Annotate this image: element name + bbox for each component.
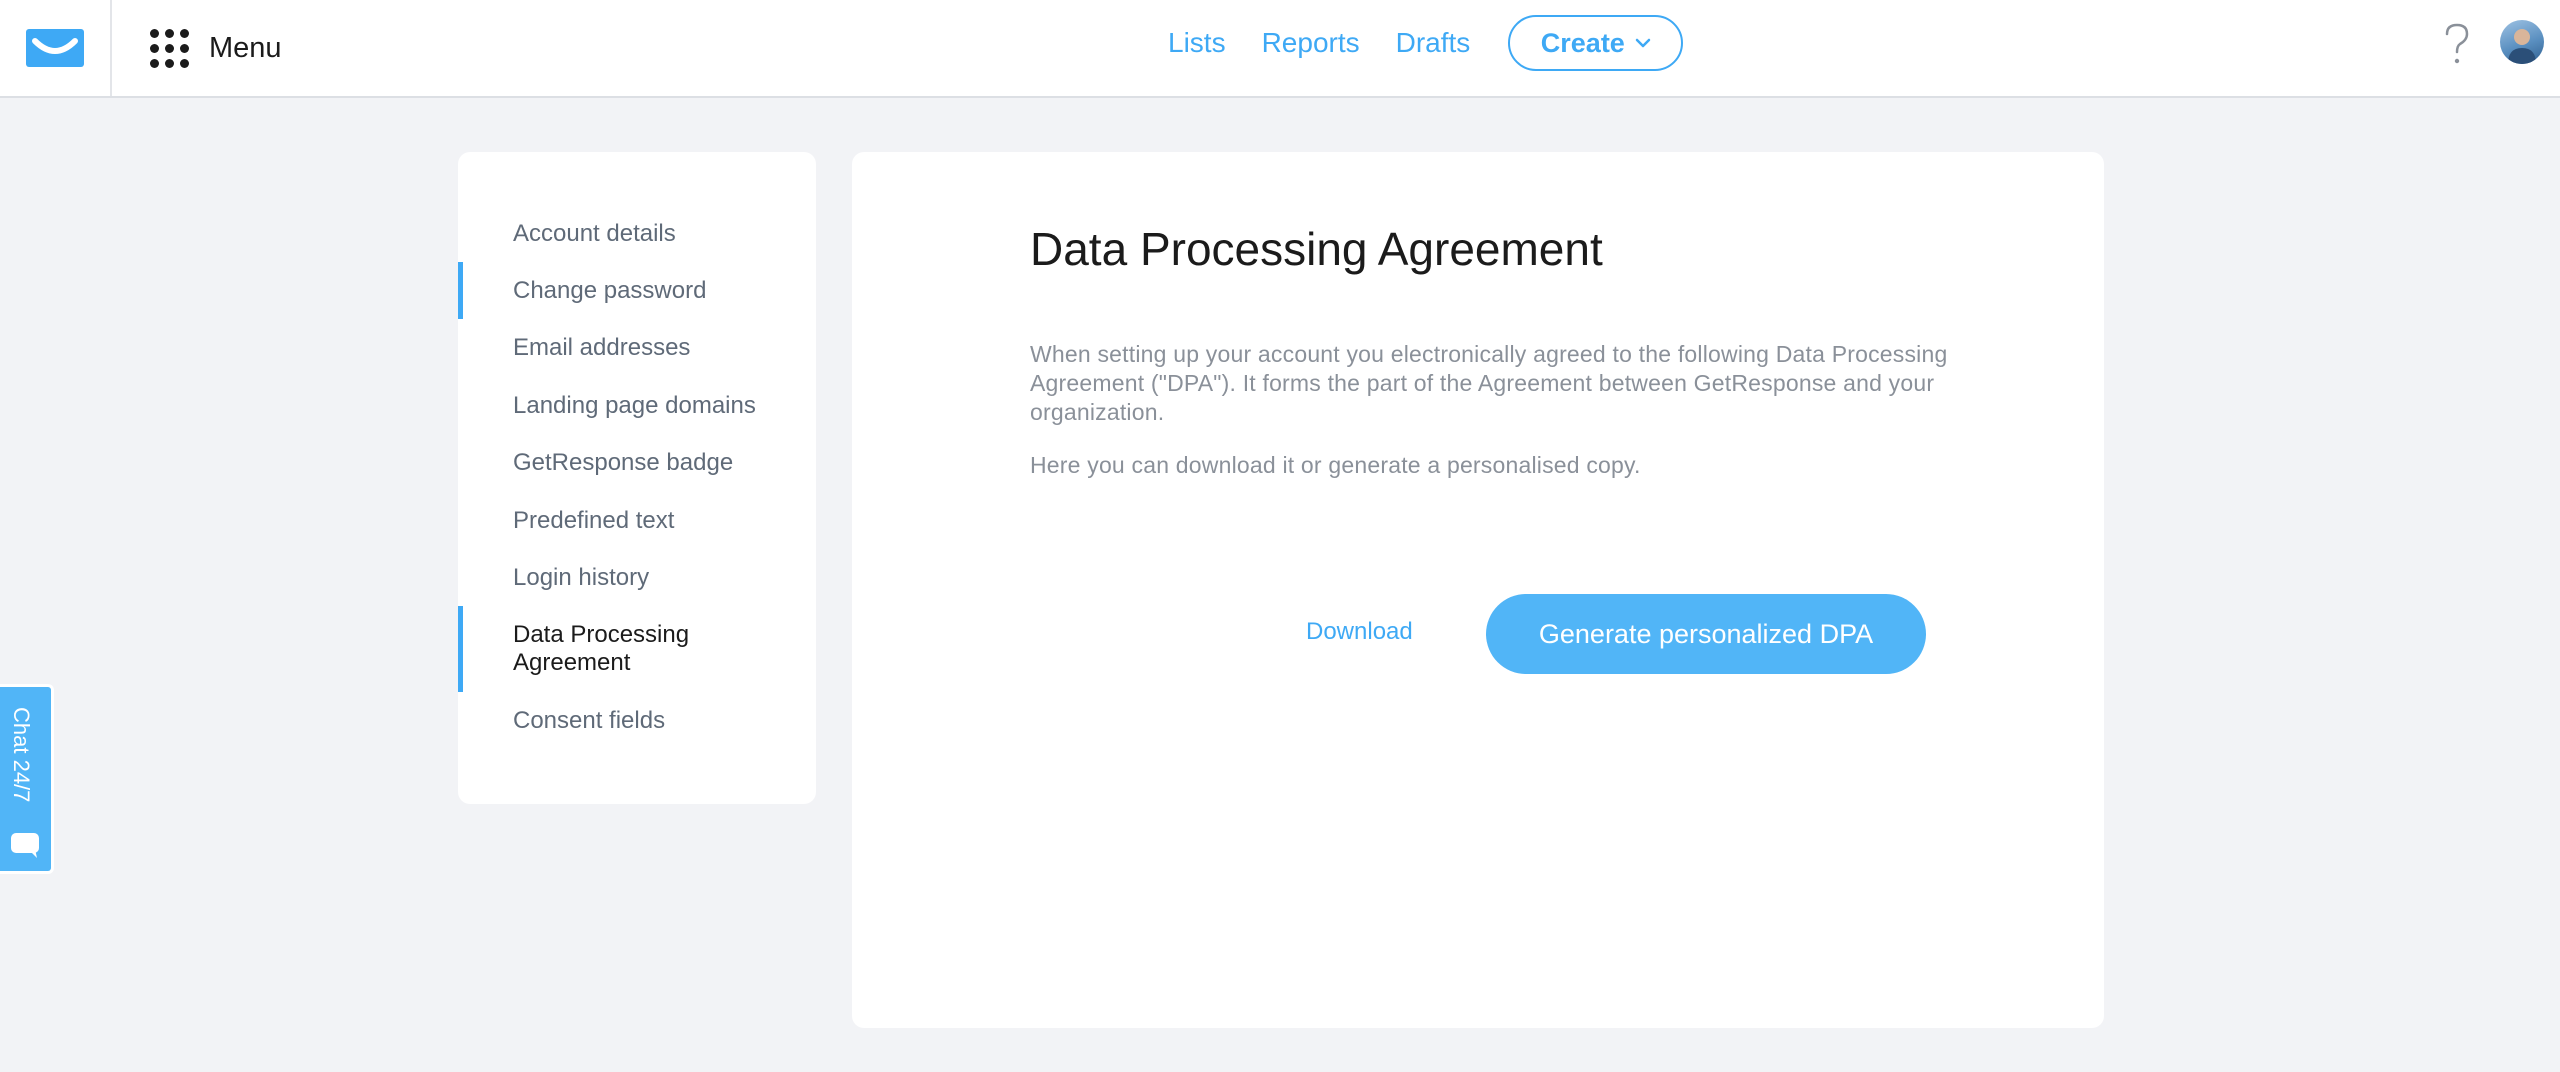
generate-dpa-button[interactable]: Generate personalized DPA xyxy=(1486,594,1926,674)
chat-bubble-icon xyxy=(11,833,39,858)
dpa-instructions: Here you can download it or generate a p… xyxy=(1030,452,1641,478)
top-bar: Menu Lists Reports Drafts Create xyxy=(0,0,2560,98)
dpa-description: When setting up your account you electro… xyxy=(1030,341,1948,425)
apps-grid-icon xyxy=(150,28,189,68)
menu-button[interactable]: Menu xyxy=(150,20,282,76)
download-link[interactable]: Download xyxy=(1306,618,1413,646)
chevron-down-icon xyxy=(1635,38,1651,48)
menu-label: Menu xyxy=(209,31,282,64)
user-avatar[interactable] xyxy=(2500,20,2544,64)
dpa-card: Data Processing Agreement When setting u… xyxy=(852,152,2104,1028)
sidebar-item-email-addresses[interactable]: Email addresses xyxy=(458,334,816,362)
help-icon[interactable] xyxy=(2440,20,2474,68)
create-button[interactable]: Create xyxy=(1508,15,1684,71)
nav-drafts[interactable]: Drafts xyxy=(1396,27,1471,59)
create-label: Create xyxy=(1540,27,1625,58)
chat-tab[interactable]: Chat 24/7 xyxy=(0,684,54,874)
page-title: Data Processing Agreement xyxy=(1030,223,1603,275)
sidebar-item-consent-fields[interactable]: Consent fields xyxy=(458,707,816,735)
sidebar-item-getresponse-badge[interactable]: GetResponse badge xyxy=(458,449,816,477)
sidebar-item-login-history[interactable]: Login history xyxy=(458,564,816,592)
sidebar-item-data-processing-agreement[interactable]: Data Processing Agreement xyxy=(458,621,788,677)
nav-lists[interactable]: Lists xyxy=(1168,27,1226,59)
getresponse-logo-icon xyxy=(26,29,84,67)
chat-label: Chat 24/7 xyxy=(9,707,34,803)
settings-sidebar: Account details Change password Email ad… xyxy=(458,152,816,804)
top-navigation: Lists Reports Drafts Create xyxy=(1168,14,1684,72)
sidebar-item-landing-page-domains[interactable]: Landing page domains xyxy=(458,392,816,420)
sidebar-item-change-password[interactable]: Change password xyxy=(458,277,816,305)
logo-link[interactable] xyxy=(0,0,112,96)
nav-reports[interactable]: Reports xyxy=(1262,27,1360,59)
sidebar-item-account-details[interactable]: Account details xyxy=(458,220,816,248)
sidebar-item-predefined-text[interactable]: Predefined text xyxy=(458,507,816,535)
